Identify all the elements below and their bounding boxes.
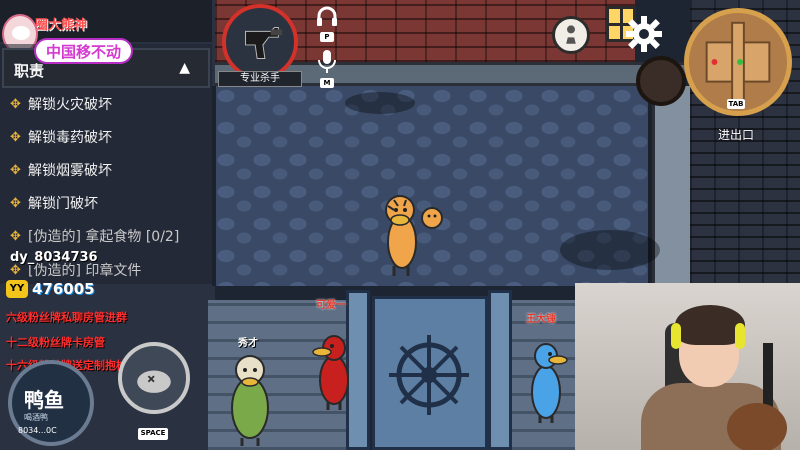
ground-shadow [345,92,415,114]
task-label: 解锁火灾破坏 [28,97,112,113]
promo-line: 六级粉丝牌私聊房管进群 [6,311,127,324]
task-label: 解锁门破坏 [28,196,98,212]
vent-button[interactable] [636,56,686,106]
task-diamond-icon: ✥ [10,195,21,211]
task-diamond-icon: ✥ [10,228,21,244]
settings-gear-icon[interactable] [624,14,664,54]
minimap[interactable]: TAB [684,8,792,116]
minimap-layout [705,21,771,103]
player-goose-tiger[interactable] [374,190,454,280]
dead-goose-icon [137,370,171,393]
channel-title: 中国移不动 [34,38,134,64]
task-label: 解锁毒药破坏 [28,130,112,146]
task-label: [伪造的] 拿起食物 [0/2] [28,229,180,245]
gate-pillar [488,290,512,450]
task-label: 解锁烟雾破坏 [28,163,112,179]
task-item: ✥ 解锁烟雾破坏 [10,158,210,182]
pistol-icon [245,27,283,59]
mic-key: M [320,78,334,88]
voice-key: P [320,32,334,42]
player-name-label: 秀才 [238,338,258,349]
player-goose-green[interactable] [218,348,282,448]
ship-wheel-icon [389,335,469,415]
role-indicator [222,4,298,80]
yy-badge: YY [6,280,28,298]
headset-left [671,323,681,349]
kill-button[interactable] [118,342,190,414]
task-item: ✥ 解锁火灾破坏 [10,92,210,116]
emote-sublabel: 喝酒鸭 [24,413,48,422]
fan-count: 476005 [32,280,95,298]
task-diamond-icon: ✥ [10,96,21,112]
player-name-label: 王大锤 [526,314,556,325]
headset-right [735,323,745,349]
task-diamond-icon: ✥ [10,129,21,145]
attack-key: SPACE [138,428,168,440]
mission-panel: 职责 ▲ ✥ 解锁火灾破坏 ✥ 解锁毒药破坏 ✥ 解锁烟雾破坏 ✥ 解锁门破坏 … [0,44,212,284]
mission-title: 职责 [14,62,45,80]
chess-pawn-icon [566,25,576,44]
player-goose-blue[interactable] [522,340,572,424]
microphone-icon[interactable] [316,48,338,74]
task-item: ✥ 解锁门破坏 [10,191,210,215]
task-item: ✥ 解锁毒药破坏 [10,125,210,149]
player-name-label: 可爱一 [316,300,346,311]
role-label: 专业杀手 [218,71,302,87]
player-goose-red[interactable] [306,332,360,412]
collapse-caret-icon[interactable]: ▲ [179,60,190,76]
promo-line: 十二级粉丝牌卡房管 [6,336,105,349]
task-item: ✥ [伪造的] 拿起食物 [0/2] [10,224,210,248]
role-info-button[interactable] [552,16,590,54]
minimap-location-label: 进出口 [718,128,755,142]
streamer-webcam [575,283,800,450]
plush-toy [727,403,787,450]
douyin-id: dy_8034736 [10,250,98,265]
emote-label: 鸭鱼 [24,388,64,412]
map-key: TAB [727,99,745,109]
task-diamond-icon: ✥ [10,162,21,178]
ground-shadow [560,230,660,270]
stone-wall [652,86,690,301]
emote-id: 8034...0C [18,426,57,435]
headphones-icon[interactable] [316,4,338,30]
